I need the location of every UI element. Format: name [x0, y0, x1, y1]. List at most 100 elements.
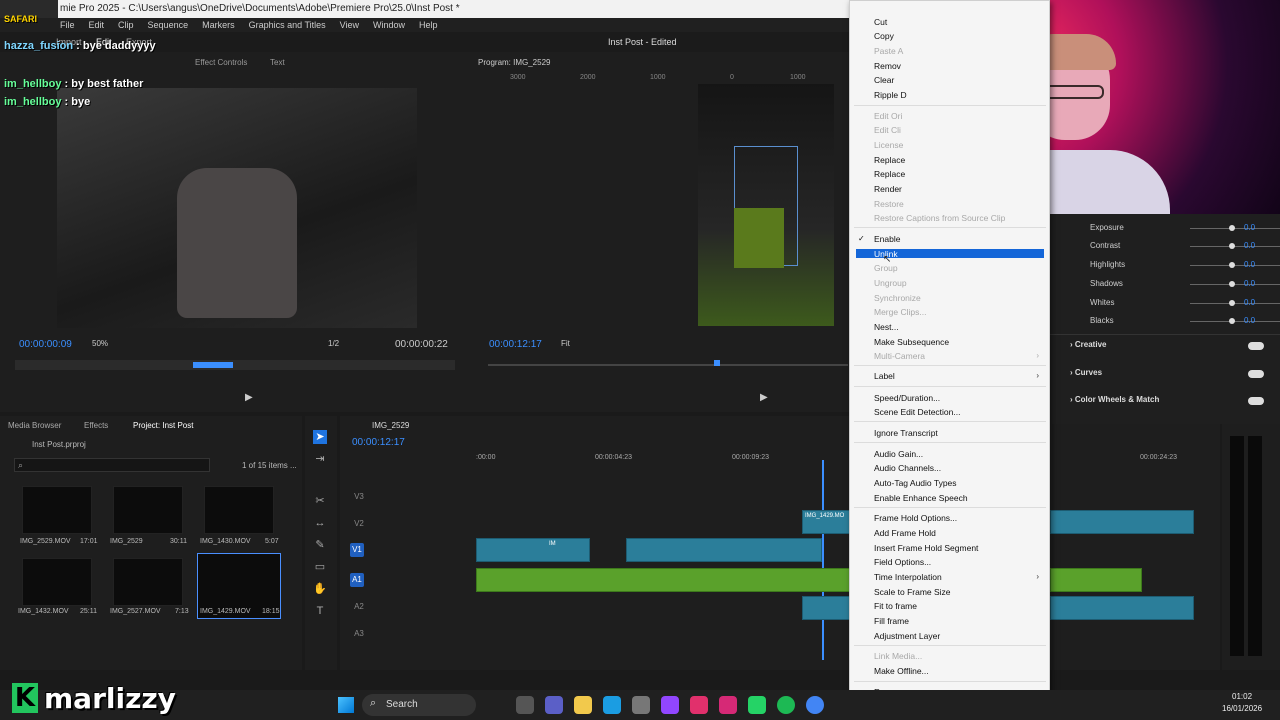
menu-item-frame-hold-options[interactable]: Frame Hold Options...	[874, 513, 957, 523]
menu-item-enable[interactable]: Enable	[874, 234, 900, 244]
selection-tool-icon[interactable]: ➤	[313, 430, 327, 444]
menu-item-fit-to-frame[interactable]: Fit to frame	[874, 601, 917, 611]
menu-item-nest[interactable]: Nest...	[874, 322, 899, 332]
menu-item-merge-clips[interactable]: Merge Clips...	[874, 307, 926, 317]
twitch-icon[interactable]	[661, 696, 679, 714]
timeline-playhead[interactable]	[822, 460, 824, 660]
menu-item-multi-camera[interactable]: Multi-Camera	[874, 351, 925, 361]
play-icon[interactable]: ▶	[245, 392, 255, 403]
menu-item-edit-original[interactable]: Edit Ori	[874, 111, 902, 121]
menu-item-make-subsequence[interactable]: Make Subsequence	[874, 337, 949, 347]
slider-value[interactable]: 0.0	[1244, 241, 1255, 250]
menu-clip[interactable]: Clip	[118, 18, 134, 32]
tab-media-browser[interactable]: Media Browser	[8, 421, 61, 430]
menu-item-restore[interactable]: Restore	[874, 199, 904, 209]
section-curves[interactable]: › Curves	[1070, 368, 1102, 377]
track-select-icon[interactable]: ⇥	[313, 452, 327, 466]
blacks-slider[interactable]: Blacks 0.0	[1090, 316, 1280, 328]
program-play-icon[interactable]: ▶	[760, 392, 770, 403]
razor-icon[interactable]: ✂	[313, 494, 327, 508]
tab-effect-controls[interactable]: Effect Controls	[195, 58, 247, 67]
track-v3[interactable]: V3	[352, 490, 366, 504]
menu-item-edit-clip[interactable]: Edit Cli	[874, 125, 901, 135]
menu-item-adjustment-layer[interactable]: Adjustment Layer	[874, 631, 940, 641]
chrome-icon[interactable]	[806, 696, 824, 714]
menu-item-audio-channels[interactable]: Audio Channels...	[874, 463, 941, 473]
slider-value[interactable]: 0.0	[1244, 298, 1255, 307]
menu-item-field-options[interactable]: Field Options...	[874, 557, 931, 567]
menu-item-ripple-delete[interactable]: Ripple D	[874, 90, 907, 100]
video-clip[interactable]: IMG_1429.MO	[802, 510, 850, 534]
audio-clip[interactable]	[1050, 568, 1142, 592]
zoom-select[interactable]: 50%	[92, 339, 108, 348]
menu-item-scale-to-frame[interactable]: Scale to Frame Size	[874, 587, 951, 597]
xbox-icon[interactable]	[748, 696, 766, 714]
section-creative[interactable]: › Creative	[1070, 340, 1106, 349]
menu-item-license[interactable]: License	[874, 140, 903, 150]
menu-item-time-interpolation[interactable]: Time Interpolation	[874, 572, 942, 582]
slider-value[interactable]: 0.0	[1244, 260, 1255, 269]
menu-sequence[interactable]: Sequence	[148, 18, 189, 32]
bin-item-thumbnail[interactable]	[22, 558, 92, 606]
slider-value[interactable]: 0.0	[1244, 316, 1255, 325]
menu-item-synchronize[interactable]: Synchronize	[874, 293, 921, 303]
instagram-icon[interactable]	[690, 696, 708, 714]
menu-item-insert-frame-hold[interactable]: Insert Frame Hold Segment	[874, 543, 978, 553]
pen-icon[interactable]: ✎	[313, 538, 327, 552]
source-scrub-bar[interactable]	[15, 360, 455, 370]
menu-markers[interactable]: Markers	[202, 18, 235, 32]
menu-item-restore-captions[interactable]: Restore Captions from Source Clip	[874, 213, 1005, 223]
menu-view[interactable]: View	[340, 18, 359, 32]
menu-item-enhance-speech[interactable]: Enable Enhance Speech	[874, 493, 968, 503]
clock-date[interactable]: 16/01/2026	[1222, 704, 1262, 713]
track-a1[interactable]: A1	[350, 573, 364, 587]
menu-item-add-frame-hold[interactable]: Add Frame Hold	[874, 528, 936, 538]
menu-item-link-media[interactable]: Link Media...	[874, 651, 922, 661]
menu-item-copy[interactable]: Copy	[874, 31, 894, 41]
program-playhead[interactable]	[714, 360, 720, 366]
track-v2[interactable]: V2	[352, 517, 366, 531]
contrast-slider[interactable]: Contrast 0.0	[1090, 241, 1280, 253]
menu-item-replace-2[interactable]: Replace	[874, 169, 905, 179]
menu-item-cut[interactable]: Cut	[874, 17, 887, 27]
menu-item-scene-edit-detection[interactable]: Scene Edit Detection...	[874, 407, 960, 417]
audio-clip[interactable]	[476, 568, 850, 592]
whites-slider[interactable]: Whites 0.0	[1090, 298, 1280, 310]
section-color-wheels[interactable]: › Color Wheels & Match	[1070, 395, 1159, 404]
tab-effects[interactable]: Effects	[84, 421, 108, 430]
edge-icon[interactable]	[603, 696, 621, 714]
store-icon[interactable]	[632, 696, 650, 714]
slider-value[interactable]: 0.0	[1244, 223, 1255, 232]
menu-item-clear[interactable]: Clear	[874, 75, 894, 85]
clock-time[interactable]: 01:02	[1232, 692, 1252, 701]
menu-window[interactable]: Window	[373, 18, 405, 32]
slip-icon[interactable]: ↔	[313, 516, 327, 530]
menu-help[interactable]: Help	[419, 18, 438, 32]
color-wheels-toggle[interactable]	[1248, 397, 1264, 405]
video-clip[interactable]	[1050, 510, 1194, 534]
taskbar-search[interactable]: ⌕ Search	[362, 694, 476, 716]
tab-text[interactable]: Text	[270, 58, 285, 67]
menu-item-make-offline[interactable]: Make Offline...	[874, 666, 929, 676]
menu-item-ungroup[interactable]: Ungroup	[874, 278, 907, 288]
tab-project[interactable]: Project: Inst Post	[133, 421, 193, 430]
menu-edit[interactable]: Edit	[89, 18, 105, 32]
curves-toggle[interactable]	[1248, 370, 1264, 378]
type-icon[interactable]: T	[313, 604, 327, 618]
sequence-tab[interactable]: IMG_2529	[372, 421, 409, 430]
track-a3[interactable]: A3	[352, 627, 366, 641]
menu-item-fill-frame[interactable]: Fill frame	[874, 616, 909, 626]
creative-toggle[interactable]	[1248, 342, 1264, 350]
menu-item-audio-gain[interactable]: Audio Gain...	[874, 449, 923, 459]
audio-clip[interactable]	[1050, 596, 1194, 620]
teams-icon[interactable]	[545, 696, 563, 714]
rectangle-icon[interactable]: ▭	[313, 560, 327, 574]
menu-item-speed-duration[interactable]: Speed/Duration...	[874, 393, 940, 403]
menu-item-replace-1[interactable]: Replace	[874, 155, 905, 165]
program-scrub-bar[interactable]	[488, 360, 848, 366]
resolution-select[interactable]: 1/2	[328, 339, 339, 348]
slider-value[interactable]: 0.0	[1244, 279, 1255, 288]
menu-item-remove[interactable]: Remov	[874, 61, 901, 71]
menu-item-auto-tag-audio[interactable]: Auto-Tag Audio Types	[874, 478, 957, 488]
search-input[interactable]: ⌕	[14, 458, 210, 472]
